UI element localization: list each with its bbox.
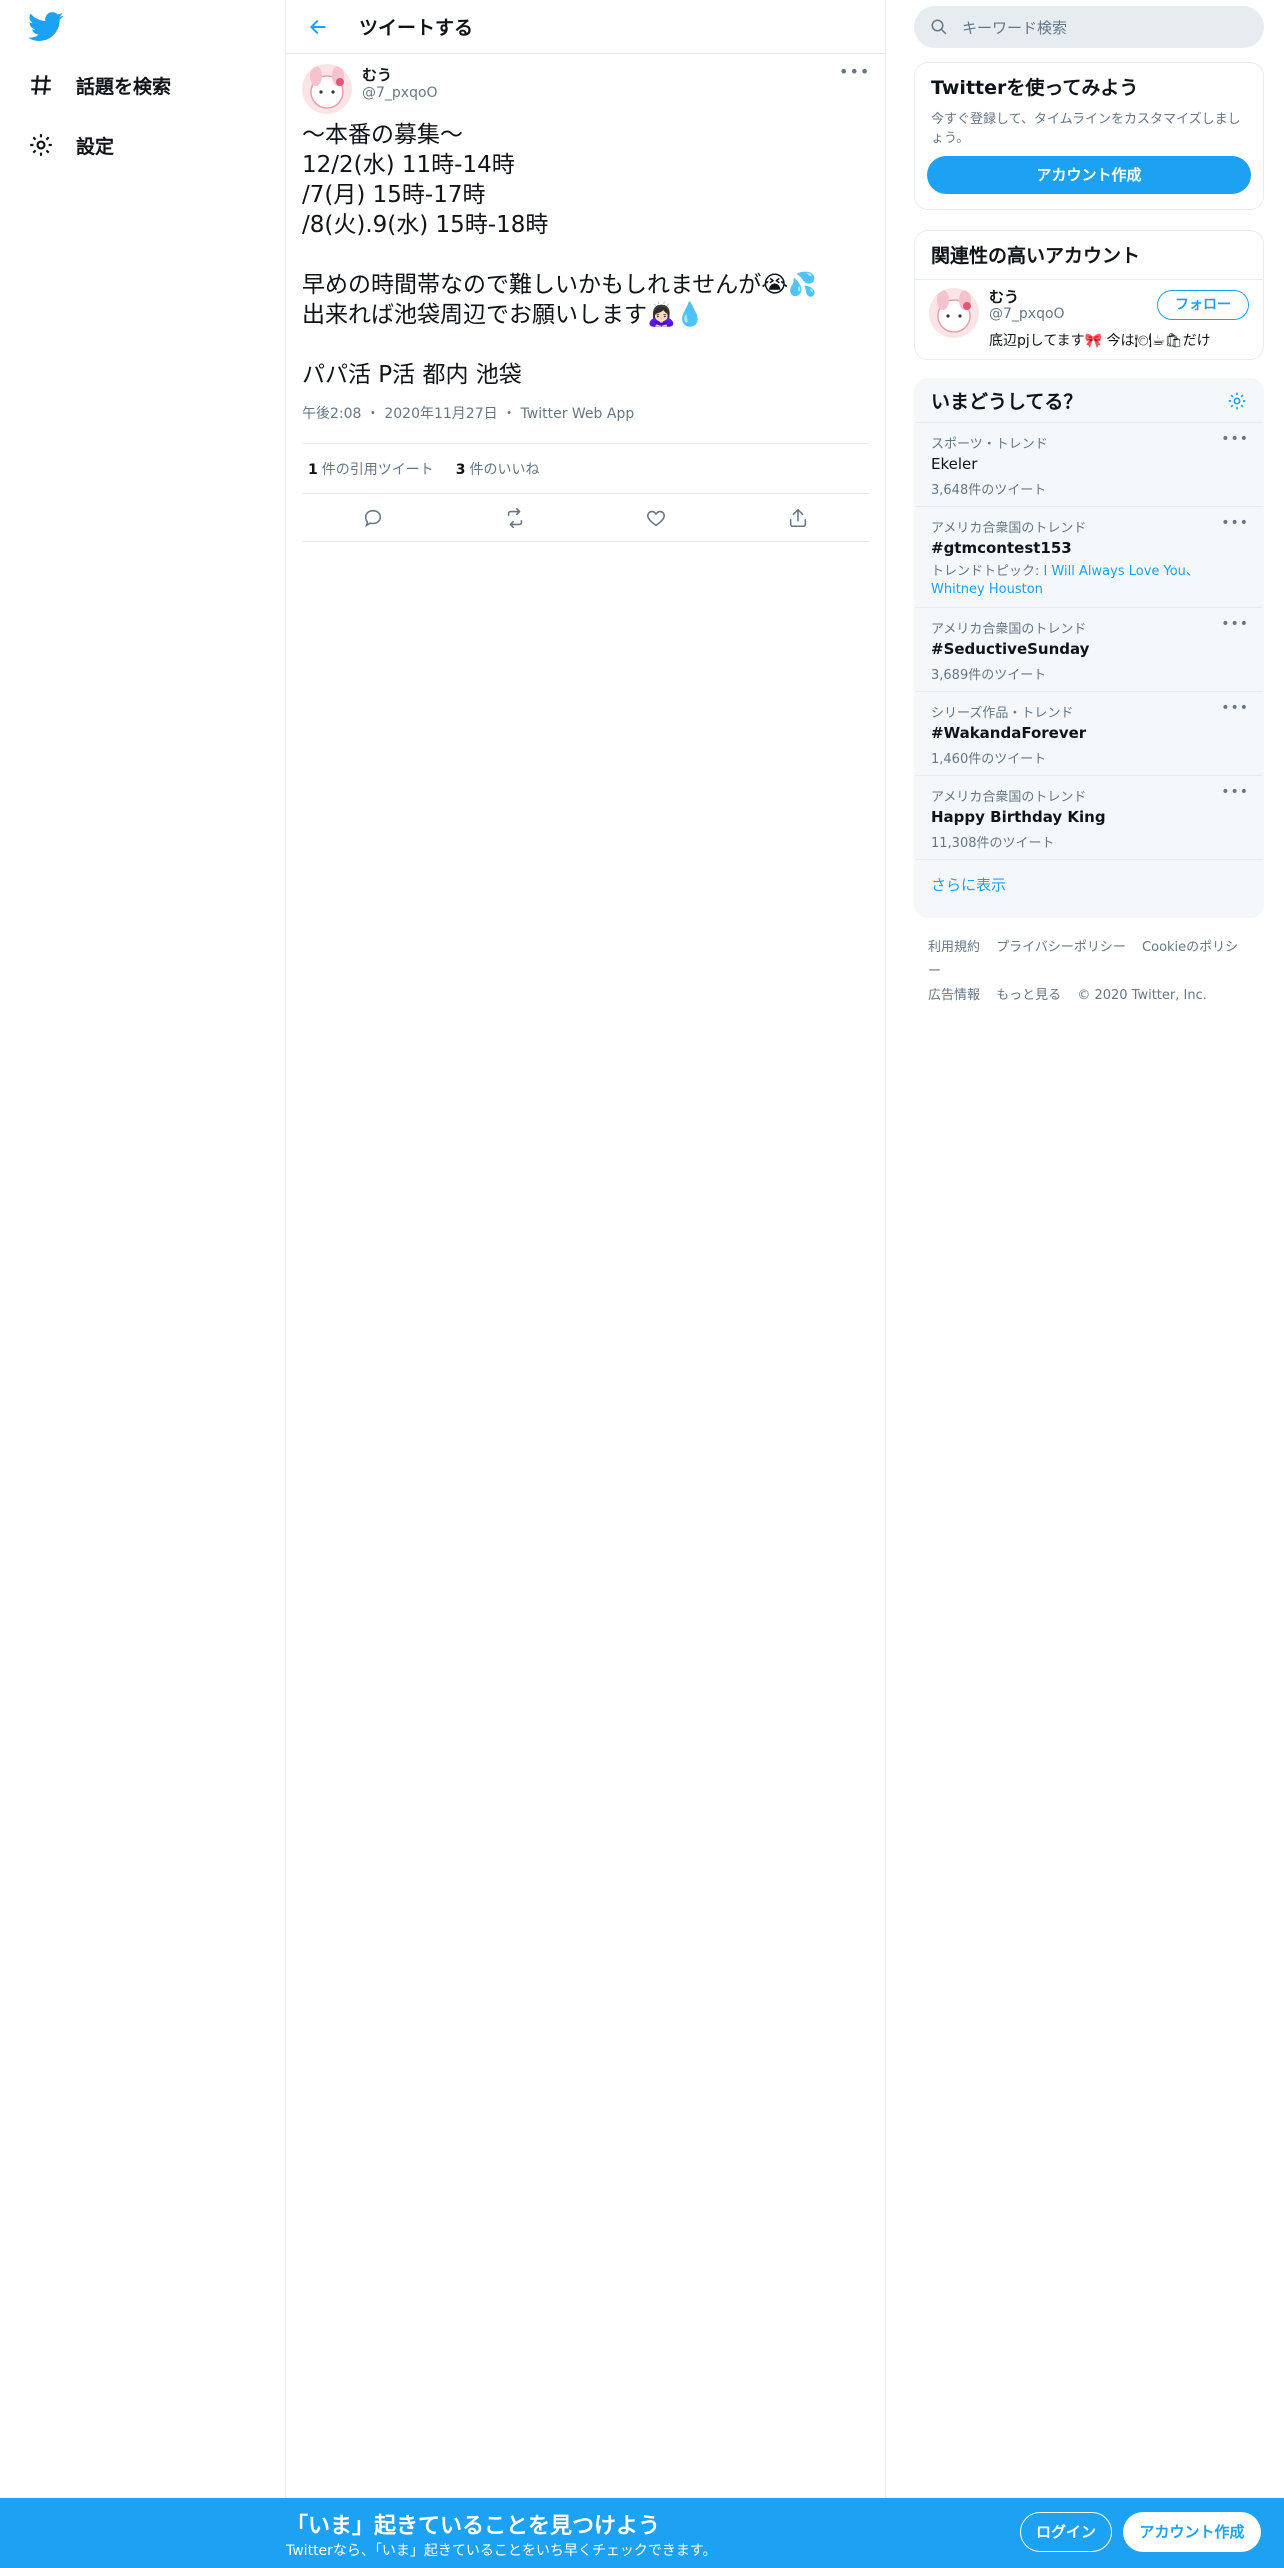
footer-link-terms[interactable]: 利用規約 xyxy=(928,940,980,955)
tweet: むう @7_pxqoO ••• 〜本番の募集〜 12/2(水) 11時-14時 … xyxy=(286,54,885,542)
more-options-icon[interactable]: ••• xyxy=(1221,431,1249,447)
related-account[interactable]: むう @7_pxqoO 底辺pjしてます🎀 今は🍽☕🛍だけ フォロー xyxy=(915,279,1263,357)
more-options-icon[interactable]: ••• xyxy=(1221,616,1249,632)
nav-settings[interactable]: 設定 xyxy=(28,125,114,165)
header-bar: ツイートする xyxy=(286,0,885,54)
search-placeholder: キーワード検索 xyxy=(962,18,1068,37)
signup-title: Twitterを使ってみよう xyxy=(931,77,1139,99)
trend-name: #SeductiveSunday xyxy=(931,640,1090,658)
trend-count: 11,308件のツイート xyxy=(931,836,1055,851)
trend-context: アメリカ合衆国のトレンド xyxy=(931,622,1087,637)
related-title: 関連性の高いアカウント xyxy=(931,245,1141,267)
search-icon xyxy=(931,19,947,35)
nav-explore[interactable]: 話題を検索 xyxy=(28,65,171,105)
like-count: 3 xyxy=(455,461,466,478)
left-sidebar: 話題を検索 設定 xyxy=(0,0,286,2568)
more-options-icon[interactable]: ••• xyxy=(1221,700,1249,716)
avatar[interactable] xyxy=(929,288,979,338)
page-title: ツイートする xyxy=(359,17,474,39)
trend-count: 3,689件のツイート xyxy=(931,668,1047,683)
meta-separator: ・ xyxy=(365,406,380,422)
signup-card: Twitterを使ってみよう 今すぐ登録して、タイムラインをカスタマイズしましょ… xyxy=(914,62,1264,210)
related-account-bio: 底辺pjしてます🎀 今は🍽☕🛍だけ xyxy=(989,333,1211,349)
trend-topic-label: トレンドトピック: xyxy=(931,564,1044,579)
more-options-icon[interactable]: ••• xyxy=(1221,784,1249,800)
quote-label: 件の引用ツイート xyxy=(321,461,434,478)
tweet-author-name[interactable]: むう xyxy=(362,64,392,85)
trends-header: いまどうしてる？ xyxy=(915,379,1263,423)
bottom-signup-bar: 「いま」起きていることを見つけよう Twitterなら、「いま」起きていることを… xyxy=(0,2498,1284,2568)
more-options-icon[interactable]: ••• xyxy=(839,62,869,82)
trend-context: アメリカ合衆国のトレンド xyxy=(931,521,1087,536)
footer: 利用規約 プライバシーポリシー Cookieのポリシー 広告情報 もっと見る ©… xyxy=(928,936,1258,1008)
back-button[interactable] xyxy=(303,12,333,42)
trend-count: 3,648件のツイート xyxy=(931,483,1047,498)
bottom-subtext: Twitterなら、「いま」起きていることをいち早くチェックできます。 xyxy=(286,2543,717,2559)
trend-item[interactable]: シリーズ作品・トレンド #WakandaForever 1,460件のツイート … xyxy=(915,692,1263,776)
gear-icon[interactable] xyxy=(1227,391,1247,411)
follow-button[interactable]: フォロー xyxy=(1157,290,1249,320)
signup-button[interactable]: アカウント作成 xyxy=(1123,2512,1261,2552)
bottom-headline: 「いま」起きていることを見つけよう xyxy=(286,2514,661,2539)
related-account-handle: @7_pxqoO xyxy=(989,306,1065,322)
search-bar[interactable]: キーワード検索 xyxy=(914,6,1264,48)
tweet-actions xyxy=(302,494,869,542)
trend-context: スポーツ・トレンド xyxy=(931,437,1048,452)
footer-link-ads[interactable]: 広告情報 xyxy=(928,988,980,1003)
trend-item[interactable]: アメリカ合衆国のトレンド #SeductiveSunday 3,689件のツイー… xyxy=(915,608,1263,692)
hashtag-icon xyxy=(31,75,51,95)
tweet-source[interactable]: Twitter Web App xyxy=(521,406,635,422)
trends-card: いまどうしてる？ スポーツ・トレンド Ekeler 3,648件のツイート ••… xyxy=(914,378,1264,918)
trends-title: いまどうしてる？ xyxy=(931,391,1083,413)
likes-stat[interactable]: 3 件のいいね xyxy=(456,459,540,479)
reply-icon[interactable] xyxy=(362,507,384,529)
trend-item[interactable]: アメリカ合衆国のトレンド Happy Birthday King 11,308件… xyxy=(915,776,1263,860)
avatar-illustration xyxy=(310,66,344,109)
avatar[interactable] xyxy=(302,64,352,114)
tweet-stats: 1 件の引用ツイート 3 件のいいね xyxy=(302,444,869,494)
twitter-logo-icon[interactable] xyxy=(28,12,64,42)
tweet-author-handle[interactable]: @7_pxqoO xyxy=(362,85,438,101)
quote-tweets-stat[interactable]: 1 件の引用ツイート xyxy=(308,459,434,479)
trend-item[interactable]: アメリカ合衆国のトレンド #gtmcontest153 トレンドトピック: I … xyxy=(915,507,1263,608)
trend-context: アメリカ合衆国のトレンド xyxy=(931,790,1087,805)
create-account-button[interactable]: アカウント作成 xyxy=(927,156,1251,194)
tweet-text: 〜本番の募集〜 12/2(水) 11時-14時 /7(月) 15時-17時 /8… xyxy=(302,122,817,388)
tweet-time[interactable]: 午後2:08 xyxy=(302,406,361,422)
tweet-date[interactable]: 2020年11月27日 xyxy=(384,406,497,422)
signup-description: 今すぐ登録して、タイムラインをカスタマイズしましょう。 xyxy=(931,112,1241,146)
nav-settings-label: 設定 xyxy=(76,135,115,158)
main-column: ツイートする むう @7_pxqoO ••• 〜本番の募集〜 12/2(水) 1… xyxy=(286,0,886,2568)
like-label: 件のいいね xyxy=(469,461,540,478)
footer-copyright: © 2020 Twitter, Inc. xyxy=(1077,988,1207,1003)
page: 話題を検索 設定 ツイートする むう @7_pxqoO ••• 〜本番の募集〜 … xyxy=(0,0,1284,2568)
footer-link-more[interactable]: もっと見る xyxy=(996,988,1061,1003)
nav-explore-label: 話題を検索 xyxy=(76,75,172,98)
retweet-icon[interactable] xyxy=(504,507,526,529)
trend-context: シリーズ作品・トレンド xyxy=(931,706,1074,721)
login-button[interactable]: ログイン xyxy=(1020,2512,1112,2552)
meta-separator: ・ xyxy=(502,406,517,422)
gear-icon xyxy=(30,134,52,156)
trend-name: #WakandaForever xyxy=(931,724,1087,742)
tweet-meta: 午後2:08 ・ 2020年11月27日 ・ Twitter Web App xyxy=(302,404,869,444)
related-accounts-card: 関連性の高いアカウント むう @7_pxqoO 底辺pjしてます🎀 今は🍽☕🛍だ… xyxy=(914,230,1264,360)
trend-item[interactable]: スポーツ・トレンド Ekeler 3,648件のツイート ••• xyxy=(915,423,1263,507)
footer-link-privacy[interactable]: プライバシーポリシー xyxy=(996,940,1126,955)
avatar-illustration xyxy=(937,290,971,333)
trend-name: Happy Birthday King xyxy=(931,808,1106,826)
quote-count: 1 xyxy=(308,461,318,478)
trend-topic: トレンドトピック: I Will Always Love You、Whitney… xyxy=(931,563,1247,599)
like-icon[interactable] xyxy=(645,507,667,529)
share-icon[interactable] xyxy=(787,507,809,529)
show-more-link[interactable]: さらに表示 xyxy=(915,860,1263,912)
tweet-header: むう @7_pxqoO ••• xyxy=(302,54,869,120)
related-account-name: むう xyxy=(989,288,1020,306)
back-arrow-icon xyxy=(309,19,326,34)
trend-name: Ekeler xyxy=(931,455,978,473)
more-options-icon[interactable]: ••• xyxy=(1221,515,1249,531)
trend-count: 1,460件のツイート xyxy=(931,752,1047,767)
trend-name: #gtmcontest153 xyxy=(931,539,1072,557)
